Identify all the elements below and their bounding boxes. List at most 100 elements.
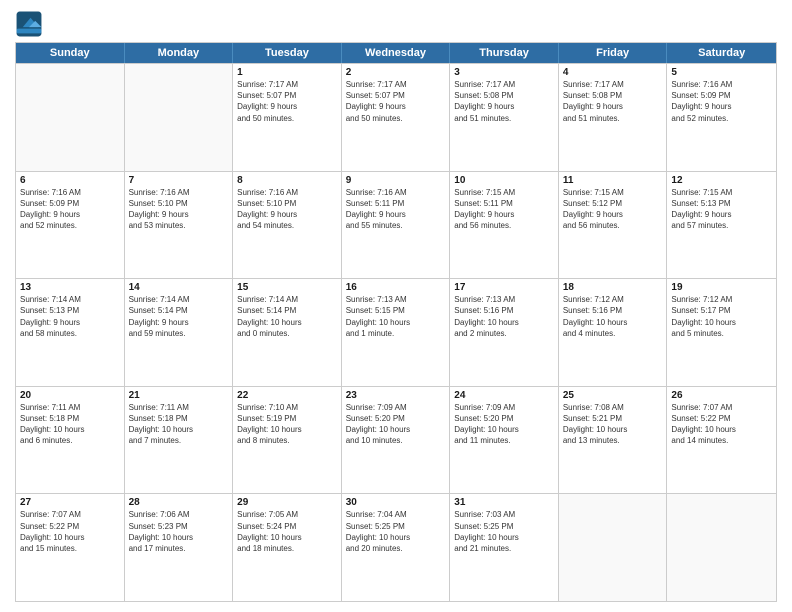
day-number: 22	[237, 390, 337, 401]
day-number: 9	[346, 175, 446, 186]
cell-info: Sunrise: 7:08 AM Sunset: 5:21 PM Dayligh…	[563, 402, 663, 447]
day-number: 31	[454, 497, 554, 508]
header	[15, 10, 777, 38]
calendar-cell: 12Sunrise: 7:15 AM Sunset: 5:13 PM Dayli…	[667, 172, 776, 279]
header-day-saturday: Saturday	[667, 43, 776, 63]
day-number: 27	[20, 497, 120, 508]
cell-info: Sunrise: 7:07 AM Sunset: 5:22 PM Dayligh…	[20, 509, 120, 554]
calendar-cell: 29Sunrise: 7:05 AM Sunset: 5:24 PM Dayli…	[233, 494, 342, 601]
cell-info: Sunrise: 7:09 AM Sunset: 5:20 PM Dayligh…	[454, 402, 554, 447]
day-number: 15	[237, 282, 337, 293]
calendar-cell: 23Sunrise: 7:09 AM Sunset: 5:20 PM Dayli…	[342, 387, 451, 494]
calendar-cell: 28Sunrise: 7:06 AM Sunset: 5:23 PM Dayli…	[125, 494, 234, 601]
cell-info: Sunrise: 7:06 AM Sunset: 5:23 PM Dayligh…	[129, 509, 229, 554]
day-number: 10	[454, 175, 554, 186]
cell-info: Sunrise: 7:16 AM Sunset: 5:11 PM Dayligh…	[346, 187, 446, 232]
cell-info: Sunrise: 7:05 AM Sunset: 5:24 PM Dayligh…	[237, 509, 337, 554]
day-number: 4	[563, 67, 663, 78]
calendar-cell: 22Sunrise: 7:10 AM Sunset: 5:19 PM Dayli…	[233, 387, 342, 494]
day-number: 25	[563, 390, 663, 401]
calendar-header: SundayMondayTuesdayWednesdayThursdayFrid…	[16, 43, 776, 63]
calendar-cell: 10Sunrise: 7:15 AM Sunset: 5:11 PM Dayli…	[450, 172, 559, 279]
cell-info: Sunrise: 7:13 AM Sunset: 5:15 PM Dayligh…	[346, 294, 446, 339]
cell-info: Sunrise: 7:11 AM Sunset: 5:18 PM Dayligh…	[20, 402, 120, 447]
calendar-cell	[125, 64, 234, 171]
day-number: 26	[671, 390, 772, 401]
calendar-cell: 2Sunrise: 7:17 AM Sunset: 5:07 PM Daylig…	[342, 64, 451, 171]
calendar-cell: 20Sunrise: 7:11 AM Sunset: 5:18 PM Dayli…	[16, 387, 125, 494]
day-number: 18	[563, 282, 663, 293]
calendar-cell: 15Sunrise: 7:14 AM Sunset: 5:14 PM Dayli…	[233, 279, 342, 386]
header-day-sunday: Sunday	[16, 43, 125, 63]
calendar-cell: 16Sunrise: 7:13 AM Sunset: 5:15 PM Dayli…	[342, 279, 451, 386]
day-number: 16	[346, 282, 446, 293]
calendar-cell: 8Sunrise: 7:16 AM Sunset: 5:10 PM Daylig…	[233, 172, 342, 279]
calendar-cell	[559, 494, 668, 601]
header-day-tuesday: Tuesday	[233, 43, 342, 63]
cell-info: Sunrise: 7:16 AM Sunset: 5:09 PM Dayligh…	[20, 187, 120, 232]
calendar-row-1: 6Sunrise: 7:16 AM Sunset: 5:09 PM Daylig…	[16, 171, 776, 279]
calendar-row-2: 13Sunrise: 7:14 AM Sunset: 5:13 PM Dayli…	[16, 278, 776, 386]
header-day-friday: Friday	[559, 43, 668, 63]
header-day-monday: Monday	[125, 43, 234, 63]
calendar-cell: 21Sunrise: 7:11 AM Sunset: 5:18 PM Dayli…	[125, 387, 234, 494]
calendar-row-0: 1Sunrise: 7:17 AM Sunset: 5:07 PM Daylig…	[16, 63, 776, 171]
cell-info: Sunrise: 7:04 AM Sunset: 5:25 PM Dayligh…	[346, 509, 446, 554]
calendar-cell: 3Sunrise: 7:17 AM Sunset: 5:08 PM Daylig…	[450, 64, 559, 171]
day-number: 1	[237, 67, 337, 78]
calendar-cell: 30Sunrise: 7:04 AM Sunset: 5:25 PM Dayli…	[342, 494, 451, 601]
day-number: 14	[129, 282, 229, 293]
cell-info: Sunrise: 7:14 AM Sunset: 5:14 PM Dayligh…	[237, 294, 337, 339]
logo	[15, 10, 47, 38]
cell-info: Sunrise: 7:15 AM Sunset: 5:12 PM Dayligh…	[563, 187, 663, 232]
day-number: 6	[20, 175, 120, 186]
calendar-row-4: 27Sunrise: 7:07 AM Sunset: 5:22 PM Dayli…	[16, 493, 776, 601]
day-number: 2	[346, 67, 446, 78]
day-number: 7	[129, 175, 229, 186]
cell-info: Sunrise: 7:12 AM Sunset: 5:17 PM Dayligh…	[671, 294, 772, 339]
calendar-cell: 24Sunrise: 7:09 AM Sunset: 5:20 PM Dayli…	[450, 387, 559, 494]
calendar-cell: 6Sunrise: 7:16 AM Sunset: 5:09 PM Daylig…	[16, 172, 125, 279]
cell-info: Sunrise: 7:03 AM Sunset: 5:25 PM Dayligh…	[454, 509, 554, 554]
calendar-cell: 5Sunrise: 7:16 AM Sunset: 5:09 PM Daylig…	[667, 64, 776, 171]
day-number: 8	[237, 175, 337, 186]
cell-info: Sunrise: 7:12 AM Sunset: 5:16 PM Dayligh…	[563, 294, 663, 339]
cell-info: Sunrise: 7:11 AM Sunset: 5:18 PM Dayligh…	[129, 402, 229, 447]
header-day-wednesday: Wednesday	[342, 43, 451, 63]
page: SundayMondayTuesdayWednesdayThursdayFrid…	[0, 0, 792, 612]
day-number: 23	[346, 390, 446, 401]
calendar-cell: 1Sunrise: 7:17 AM Sunset: 5:07 PM Daylig…	[233, 64, 342, 171]
day-number: 19	[671, 282, 772, 293]
calendar-cell: 11Sunrise: 7:15 AM Sunset: 5:12 PM Dayli…	[559, 172, 668, 279]
day-number: 28	[129, 497, 229, 508]
calendar-cell: 25Sunrise: 7:08 AM Sunset: 5:21 PM Dayli…	[559, 387, 668, 494]
calendar-cell: 26Sunrise: 7:07 AM Sunset: 5:22 PM Dayli…	[667, 387, 776, 494]
calendar: SundayMondayTuesdayWednesdayThursdayFrid…	[15, 42, 777, 602]
day-number: 21	[129, 390, 229, 401]
calendar-cell	[667, 494, 776, 601]
cell-info: Sunrise: 7:17 AM Sunset: 5:08 PM Dayligh…	[454, 79, 554, 124]
cell-info: Sunrise: 7:16 AM Sunset: 5:09 PM Dayligh…	[671, 79, 772, 124]
cell-info: Sunrise: 7:07 AM Sunset: 5:22 PM Dayligh…	[671, 402, 772, 447]
cell-info: Sunrise: 7:15 AM Sunset: 5:11 PM Dayligh…	[454, 187, 554, 232]
calendar-cell: 31Sunrise: 7:03 AM Sunset: 5:25 PM Dayli…	[450, 494, 559, 601]
day-number: 13	[20, 282, 120, 293]
logo-icon	[15, 10, 43, 38]
cell-info: Sunrise: 7:16 AM Sunset: 5:10 PM Dayligh…	[129, 187, 229, 232]
cell-info: Sunrise: 7:15 AM Sunset: 5:13 PM Dayligh…	[671, 187, 772, 232]
calendar-cell: 9Sunrise: 7:16 AM Sunset: 5:11 PM Daylig…	[342, 172, 451, 279]
day-number: 30	[346, 497, 446, 508]
calendar-cell: 27Sunrise: 7:07 AM Sunset: 5:22 PM Dayli…	[16, 494, 125, 601]
calendar-cell: 18Sunrise: 7:12 AM Sunset: 5:16 PM Dayli…	[559, 279, 668, 386]
calendar-cell	[16, 64, 125, 171]
cell-info: Sunrise: 7:13 AM Sunset: 5:16 PM Dayligh…	[454, 294, 554, 339]
cell-info: Sunrise: 7:17 AM Sunset: 5:07 PM Dayligh…	[237, 79, 337, 124]
cell-info: Sunrise: 7:10 AM Sunset: 5:19 PM Dayligh…	[237, 402, 337, 447]
cell-info: Sunrise: 7:17 AM Sunset: 5:08 PM Dayligh…	[563, 79, 663, 124]
day-number: 5	[671, 67, 772, 78]
cell-info: Sunrise: 7:16 AM Sunset: 5:10 PM Dayligh…	[237, 187, 337, 232]
calendar-cell: 19Sunrise: 7:12 AM Sunset: 5:17 PM Dayli…	[667, 279, 776, 386]
cell-info: Sunrise: 7:09 AM Sunset: 5:20 PM Dayligh…	[346, 402, 446, 447]
day-number: 29	[237, 497, 337, 508]
cell-info: Sunrise: 7:17 AM Sunset: 5:07 PM Dayligh…	[346, 79, 446, 124]
